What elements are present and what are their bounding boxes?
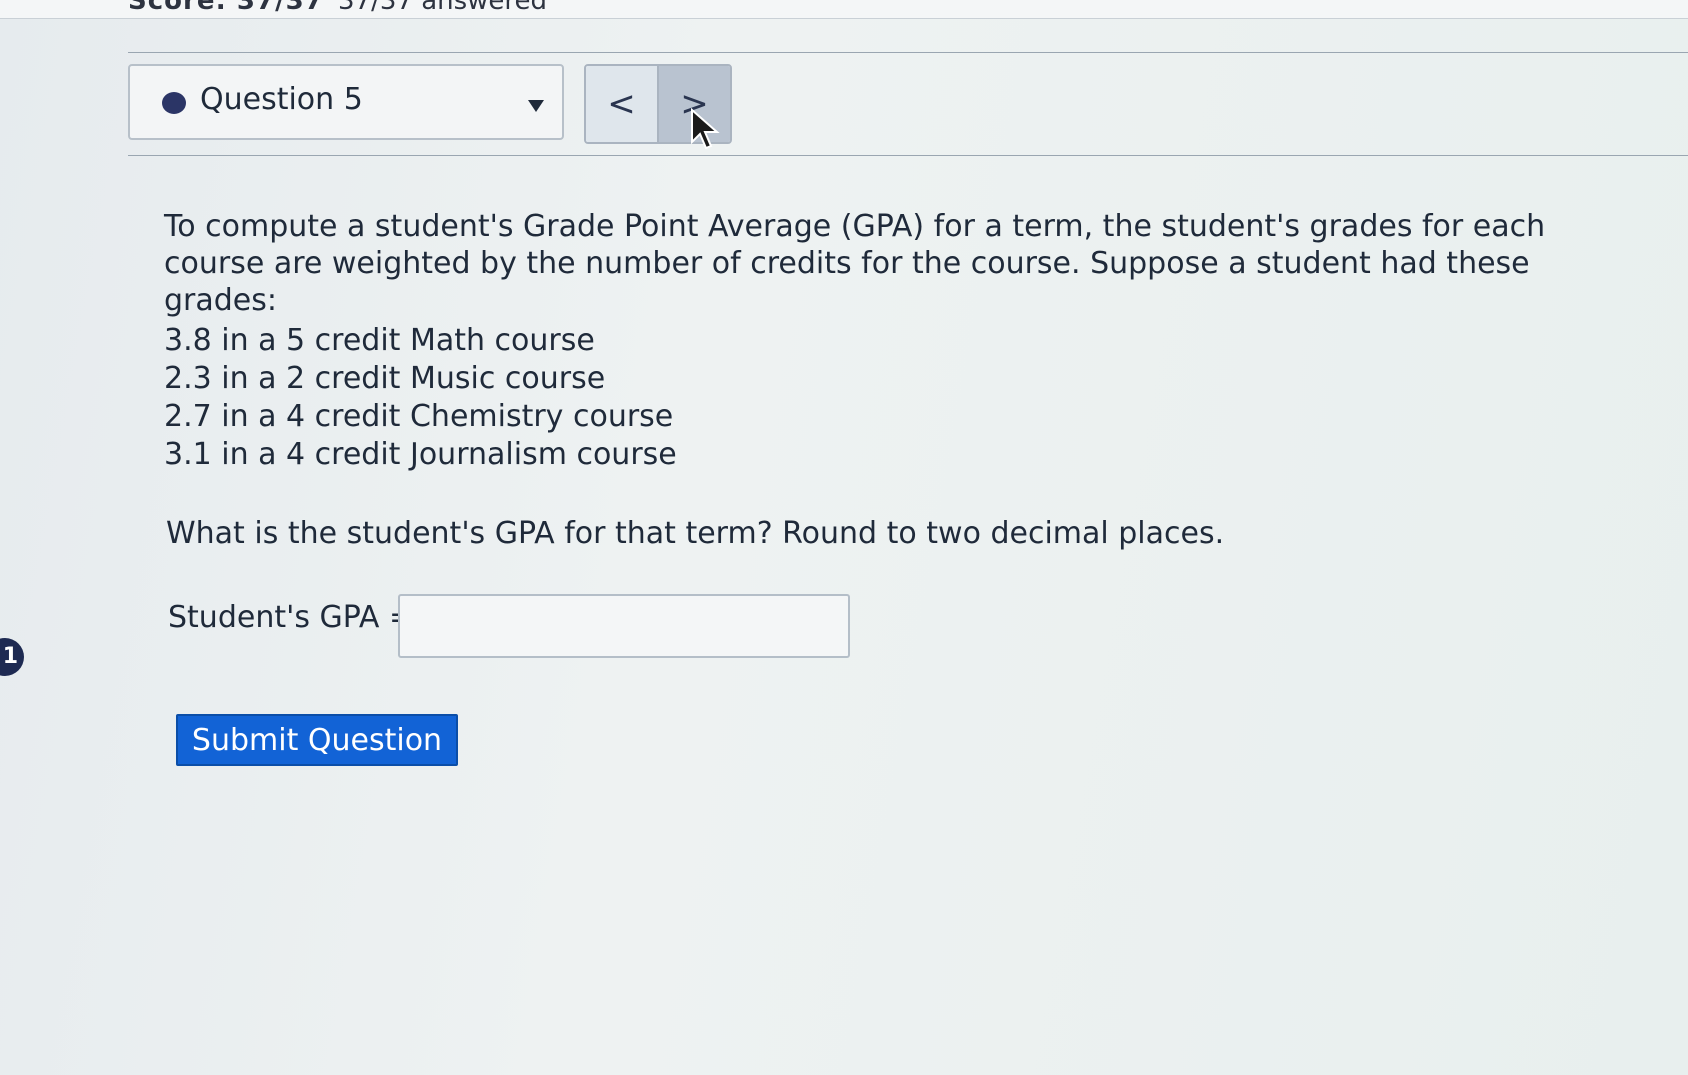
status-dot-icon <box>162 92 186 114</box>
question-label: Question 5 <box>200 82 363 117</box>
submit-question-button[interactable]: Submit Question <box>176 714 458 766</box>
cursor-icon <box>691 108 720 150</box>
chevron-left-icon: < <box>607 84 636 124</box>
side-badge: 1 <box>0 638 24 676</box>
grade-item-music: 2.3 in a 2 credit Music course <box>164 361 606 396</box>
grade-list: 3.8 in a 5 credit Math course 2.3 in a 2… <box>164 322 677 474</box>
gpa-answer-label: Student's GPA = <box>168 600 415 635</box>
grade-item-math: 3.8 in a 5 credit Math course <box>164 323 595 358</box>
question-selector[interactable]: Question 5 <box>128 64 564 140</box>
top-bar: Score: 37/37 37/37 answered <box>0 0 1688 19</box>
problem-intro: To compute a student's Grade Point Avera… <box>164 209 1546 318</box>
divider-middle <box>128 155 1688 156</box>
gpa-answer-input[interactable] <box>398 594 850 658</box>
grade-item-journalism: 3.1 in a 4 credit Journalism course <box>164 437 677 472</box>
grade-item-chemistry: 2.7 in a 4 credit Chemistry course <box>164 399 674 434</box>
caret-down-icon <box>528 100 544 112</box>
score-text: Score: 37/37 <box>128 0 324 16</box>
answered-count: 37/37 answered <box>338 0 548 16</box>
previous-question-button[interactable]: < <box>586 66 659 142</box>
divider-top <box>128 52 1688 53</box>
question-prompt: What is the student's GPA for that term?… <box>166 516 1225 551</box>
